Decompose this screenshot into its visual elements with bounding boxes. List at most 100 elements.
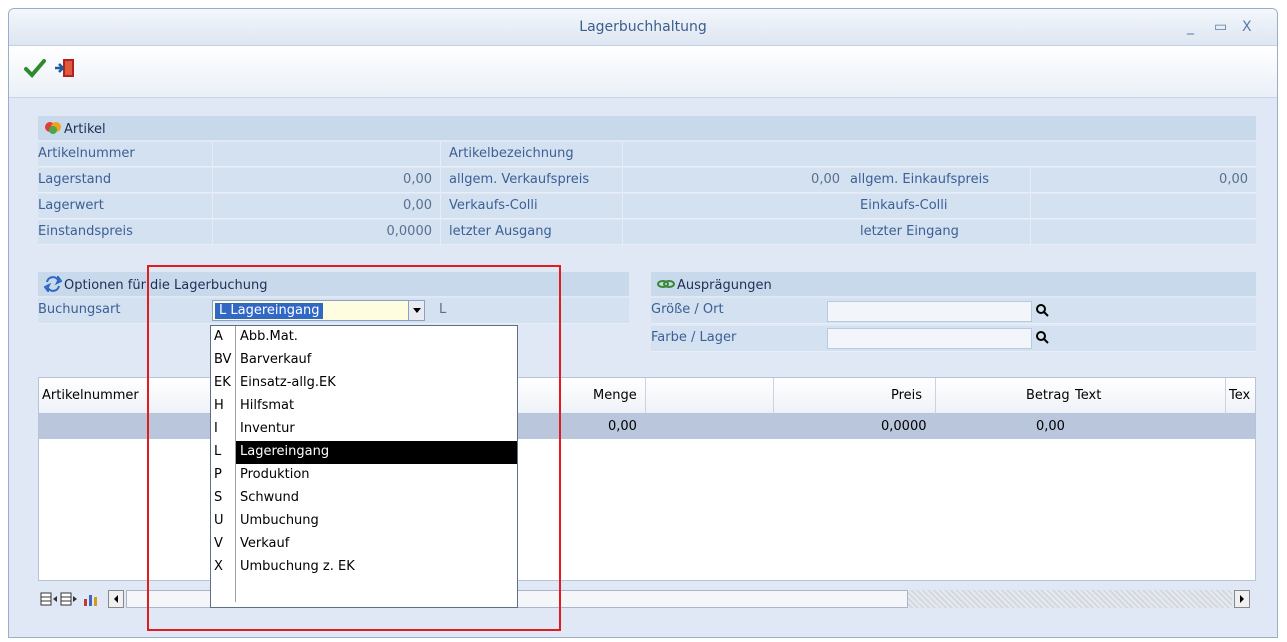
option-label: Schwund	[240, 490, 300, 505]
option-label: Verkauf	[240, 536, 290, 551]
artikel-row-1: Artikelnummer Artikelbezeichnung	[38, 142, 1256, 167]
option-label: Inventur	[240, 421, 295, 436]
col-artikelnummer[interactable]: Artikelnummer	[42, 388, 139, 403]
option-label: Umbuchung z. EK	[240, 559, 355, 574]
col-betrag[interactable]: Betrag	[1026, 388, 1070, 403]
option-code: X	[214, 559, 223, 574]
col-preis[interactable]: Preis	[891, 388, 922, 403]
farbe-input[interactable]	[827, 328, 1032, 349]
row-betrag: 0,00	[1036, 419, 1065, 434]
chevron-down-icon	[413, 308, 421, 313]
refresh-arrows-icon	[43, 274, 63, 294]
dropdown-option[interactable]: L Lagereingang	[211, 441, 517, 464]
option-label: Umbuchung	[240, 513, 319, 528]
artikel-row-2: Lagerstand 0,00 allgem. Verkaufspreis 0,…	[38, 168, 1256, 193]
option-code: H	[214, 398, 224, 413]
artikel-section-header: Artikel	[38, 116, 1256, 140]
option-code: S	[214, 490, 223, 505]
artikel-row-3: Lagerwert 0,00 Verkaufs-Colli Einkaufs-C…	[38, 194, 1256, 219]
verkaufspreis-label: allgem. Verkaufspreis	[449, 172, 590, 187]
letzter-eingang-label: letzter Eingang	[860, 224, 959, 239]
letzter-ausgang-label: letzter Ausgang	[449, 224, 552, 239]
option-label: Barverkauf	[240, 352, 312, 367]
auspraegungen-header-label: Ausprägungen	[677, 278, 772, 293]
einstandspreis-value: 0,0000	[386, 224, 433, 239]
minimize-button[interactable]: _	[1187, 19, 1194, 35]
option-label: Hilfsmat	[240, 398, 295, 413]
dropdown-option[interactable]: H Hilfsmat	[211, 395, 517, 418]
groesse-input[interactable]	[827, 301, 1032, 322]
dropdown-option[interactable]: EK Einsatz-allg.EK	[211, 372, 517, 395]
close-button[interactable]: X	[1242, 19, 1252, 35]
option-code: V	[214, 536, 223, 551]
lagerwert-label: Lagerwert	[38, 198, 104, 213]
einkaufspreis-value: 0,00	[1219, 172, 1248, 187]
dropdown-arrow-button[interactable]	[408, 301, 424, 320]
window-title: Lagerbuchhaltung	[579, 19, 707, 35]
dropdown-option[interactable]	[211, 579, 517, 602]
exit-button[interactable]	[53, 56, 77, 80]
exit-door-icon	[55, 59, 74, 77]
scroll-track[interactable]	[908, 590, 1232, 608]
einkaufs-colli-label: Einkaufs-Colli	[860, 198, 948, 213]
row-menge: 0,00	[608, 419, 637, 434]
option-label: Produktion	[240, 467, 310, 482]
verkaufspreis-value: 0,00	[811, 172, 840, 187]
option-code: L	[214, 444, 222, 459]
scroll-left-button[interactable]	[108, 590, 124, 608]
option-code: U	[214, 513, 224, 528]
chevron-left-icon	[114, 595, 118, 603]
groesse-search-button[interactable]	[1034, 302, 1052, 320]
optionen-header-label: Optionen für die Lagerbuchung	[64, 278, 268, 293]
option-label: Lagereingang	[240, 444, 330, 459]
chevron-right-icon	[1240, 595, 1244, 603]
dropdown-option[interactable]: P Produktion	[211, 464, 517, 487]
option-label: Abb.Mat.	[240, 329, 298, 344]
confirm-button[interactable]	[23, 56, 47, 80]
buchungsart-code: L	[439, 302, 447, 317]
row-preis: 0,0000	[881, 419, 927, 434]
option-code: EK	[214, 375, 231, 390]
auspraegungen-section-header: Ausprägungen	[651, 272, 1256, 296]
toolbar	[9, 46, 1277, 98]
dropdown-option[interactable]: I Inventur	[211, 418, 517, 441]
option-code: I	[214, 421, 218, 436]
farbe-search-button[interactable]	[1034, 329, 1052, 347]
col-tex[interactable]: Tex	[1229, 388, 1250, 403]
verkaufs-colli-label: Verkaufs-Colli	[449, 198, 538, 213]
farbe-label: Farbe / Lager	[651, 330, 737, 345]
dropdown-option[interactable]: BV Barverkauf	[211, 349, 517, 372]
maximize-button[interactable]: ▭	[1214, 19, 1227, 35]
scroll-right-button[interactable]	[1234, 590, 1250, 608]
einstandspreis-label: Einstandspreis	[38, 224, 133, 239]
insert-column-icon[interactable]	[40, 591, 58, 607]
checkmark-icon	[24, 59, 46, 78]
einkaufspreis-label: allgem. Einkaufspreis	[850, 172, 989, 187]
dropdown-option[interactable]: X Umbuchung z. EK	[211, 556, 517, 579]
option-label: Einsatz-allg.EK	[240, 375, 336, 390]
buchungsart-dropdown-list: A Abb.Mat. BV Barverkauf EK Einsatz-allg.EK H H…	[210, 325, 518, 608]
option-code: BV	[214, 352, 232, 367]
artikel-row-4: Einstandspreis 0,0000 letzter Ausgang le…	[38, 220, 1256, 245]
dropdown-option[interactable]: A Abb.Mat.	[211, 326, 517, 349]
artikel-header-label: Artikel	[64, 122, 106, 137]
artikelnummer-label: Artikelnummer	[38, 146, 135, 161]
lagerstand-value: 0,00	[403, 172, 432, 187]
append-column-icon[interactable]	[60, 591, 78, 607]
link-chain-icon	[657, 276, 675, 292]
chart-icon[interactable]	[82, 591, 100, 607]
dropdown-option[interactable]: S Schwund	[211, 487, 517, 510]
col-menge[interactable]: Menge	[593, 388, 637, 403]
option-code: P	[214, 467, 222, 482]
buchungsart-select[interactable]: L Lagereingang	[212, 300, 425, 321]
lagerwert-value: 0,00	[403, 198, 432, 213]
search-icon	[1036, 304, 1049, 317]
artikelbezeichnung-label: Artikelbezeichnung	[449, 146, 574, 161]
dropdown-option[interactable]: U Umbuchung	[211, 510, 517, 533]
lagerstand-label: Lagerstand	[38, 172, 112, 187]
dropdown-option[interactable]: V Verkauf	[211, 533, 517, 556]
search-icon	[1036, 331, 1049, 344]
title-bar[interactable]: Lagerbuchhaltung _ ▭ X	[9, 9, 1277, 46]
col-text[interactable]: Text	[1075, 388, 1101, 403]
buchungsart-label: Buchungsart	[38, 302, 121, 317]
